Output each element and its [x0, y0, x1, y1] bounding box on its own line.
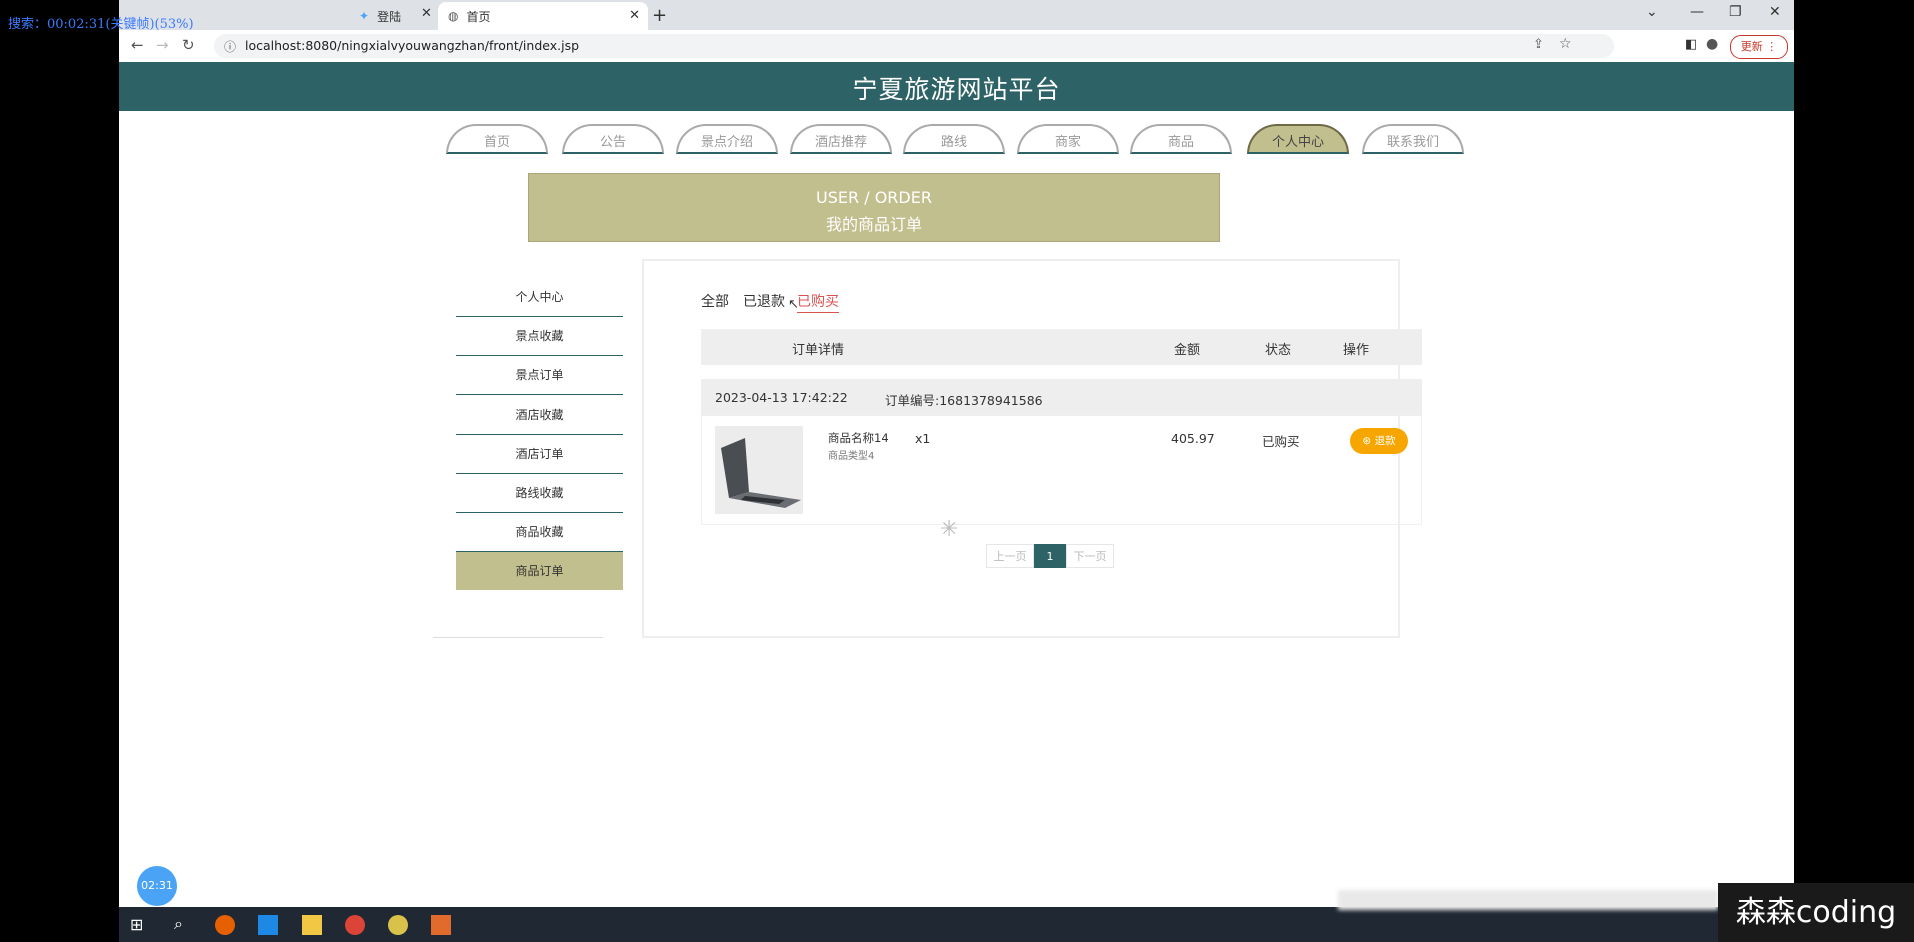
tab-home[interactable]: ◍ 首页 ✕	[438, 2, 648, 30]
sidebar-item-user-center[interactable]: 个人中心	[456, 278, 623, 317]
sidebar-item-attraction-orders[interactable]: 景点订单	[456, 356, 623, 395]
watermark: 森森coding	[1718, 883, 1914, 942]
sidebar-item-route-favorites[interactable]: 路线收藏	[456, 474, 623, 513]
chrome-icon[interactable]	[345, 915, 365, 935]
app-icon[interactable]	[388, 915, 408, 935]
column-status: 状态	[1265, 343, 1292, 358]
order-amount: 405.97	[1171, 431, 1215, 446]
url-box[interactable]: ⓘ localhost:8080/ningxialvyouwangzhan/fr…	[214, 34, 1614, 58]
close-icon[interactable]: ✕	[629, 8, 640, 23]
banner-title: 我的商品订单	[825, 215, 922, 234]
order-number: 订单编号:1681378941586	[885, 393, 1043, 408]
forward-icon[interactable]: →	[156, 36, 169, 54]
product-image[interactable]	[715, 426, 803, 514]
nav-tab-merchants[interactable]: 商家	[1017, 124, 1119, 154]
nav-tab-home[interactable]: 首页	[446, 124, 548, 154]
vscode-icon[interactable]	[258, 915, 278, 935]
product-type: 商品类型4	[828, 451, 875, 462]
nav-tab-user-center[interactable]: 个人中心	[1247, 124, 1349, 154]
globe-icon: ◍	[448, 9, 459, 23]
column-amount: 金额	[1174, 343, 1201, 358]
address-bar: ← → ↻ ⓘ localhost:8080/ningxialvyouwangz…	[119, 30, 1794, 63]
taskbar: ⊞ ⌕	[119, 907, 1794, 942]
info-icon[interactable]: ⓘ	[224, 38, 236, 55]
page-1-button[interactable]: 1	[1034, 544, 1066, 568]
page-banner: USER / ORDER 我的商品订单	[528, 173, 1220, 242]
new-tab-icon[interactable]: +	[652, 5, 667, 26]
browser-window: ✦ 登陆 ✕ ◍ 首页 ✕ + ⌄ — ❐ ✕ ← → ↻ ⓘ localhos…	[119, 0, 1794, 907]
sidebar: 个人中心 景点收藏 景点订单 酒店收藏 酒店订单 路线收藏 商品收藏 商品订单	[433, 260, 623, 638]
nav-tab-attractions[interactable]: 景点介绍	[676, 124, 778, 154]
cursor-icon: ↖	[788, 297, 799, 312]
star-icon[interactable]: ☆	[1559, 36, 1572, 52]
tab-label: 首页	[466, 9, 491, 24]
order-time: 2023-04-13 17:42:22	[715, 390, 848, 405]
back-icon[interactable]: ←	[131, 36, 144, 54]
close-icon[interactable]: ✕	[421, 6, 432, 21]
order-header: 2023-04-13 17:42:22 订单编号:1681378941586	[701, 379, 1422, 415]
recording-bubble[interactable]: 02:31	[137, 866, 177, 906]
sidepanel-icon[interactable]: ◧	[1685, 37, 1697, 52]
loading-spinner-icon: ✳	[940, 517, 959, 542]
minimize-icon[interactable]: —	[1690, 4, 1704, 20]
sidebar-item-product-favorites[interactable]: 商品收藏	[456, 513, 623, 552]
tab-strip: ✦ 登陆 ✕ ◍ 首页 ✕ + ⌄ — ❐ ✕	[119, 0, 1794, 30]
next-page-button[interactable]: 下一页	[1066, 544, 1114, 568]
intellij-icon[interactable]	[431, 915, 451, 935]
nav-tab-notice[interactable]: 公告	[562, 124, 664, 154]
sidebar-item-hotel-orders[interactable]: 酒店订单	[456, 435, 623, 474]
profile-icon[interactable]: ●	[1706, 36, 1718, 52]
windows-start-icon[interactable]: ⊞	[130, 915, 143, 934]
filter-purchased[interactable]: 已购买	[797, 291, 839, 313]
column-detail: 订单详情	[792, 343, 845, 358]
nav-tab-products[interactable]: 商品	[1130, 124, 1232, 154]
tab-search-icon[interactable]: ⌄	[1646, 4, 1658, 20]
site-header: 宁夏旅游网站平台	[119, 62, 1794, 111]
tab-favicon-icon: ✦	[359, 9, 370, 23]
prev-page-button[interactable]: 上一页	[986, 544, 1034, 568]
firefox-icon[interactable]	[215, 915, 235, 935]
product-quantity: x1	[915, 431, 931, 446]
share-icon[interactable]: ⇪	[1533, 37, 1544, 52]
column-action: 操作	[1343, 343, 1370, 358]
nav-tab-routes[interactable]: 路线	[903, 124, 1005, 154]
refund-label: 退款	[1374, 435, 1396, 447]
update-button[interactable]: 更新 ⋮	[1730, 35, 1788, 59]
product-name[interactable]: 商品名称14	[828, 430, 889, 446]
nav-tab-hotels[interactable]: 酒店推荐	[790, 124, 892, 154]
recording-timer: 搜索：00:02:31(关键帧)(53%)	[8, 17, 194, 32]
nav-tab-contact[interactable]: 联系我们	[1362, 124, 1464, 154]
filter-refunded[interactable]: 已退款	[743, 291, 785, 311]
table-header: 订单详情 金额 状态 操作	[701, 329, 1422, 365]
refund-icon: ⊛	[1362, 435, 1372, 447]
update-label: 更新	[1740, 40, 1763, 53]
orders-panel: 全部 已退款 已购买 ↖ 订单详情 金额 状态 操作 2023-04-13 17…	[642, 259, 1422, 638]
sidebar-item-attraction-favorites[interactable]: 景点收藏	[456, 317, 623, 356]
restore-icon[interactable]: ❐	[1729, 4, 1742, 20]
window-close-icon[interactable]: ✕	[1769, 4, 1781, 20]
url-text[interactable]: localhost:8080/ningxialvyouwangzhan/fron…	[245, 38, 579, 53]
site-title: 宁夏旅游网站平台	[852, 75, 1061, 104]
order-row: 商品名称14 商品类型4 x1 405.97 已购买 ⊛ 退款	[701, 415, 1422, 525]
search-icon[interactable]: ⌕	[174, 914, 183, 934]
blurred-area	[1338, 890, 1718, 910]
tab-label: 登陆	[377, 9, 402, 24]
order-status: 已购买	[1262, 434, 1300, 449]
refund-button[interactable]: ⊛ 退款	[1350, 428, 1408, 454]
banner-subtitle: USER / ORDER	[816, 188, 932, 207]
sidebar-item-product-orders[interactable]: 商品订单	[456, 552, 623, 590]
reload-icon[interactable]: ↻	[182, 36, 195, 54]
laptop-image	[715, 426, 803, 514]
sidebar-item-hotel-favorites[interactable]: 酒店收藏	[456, 396, 623, 435]
filter-all[interactable]: 全部	[701, 291, 729, 311]
file-explorer-icon[interactable]	[302, 915, 322, 935]
